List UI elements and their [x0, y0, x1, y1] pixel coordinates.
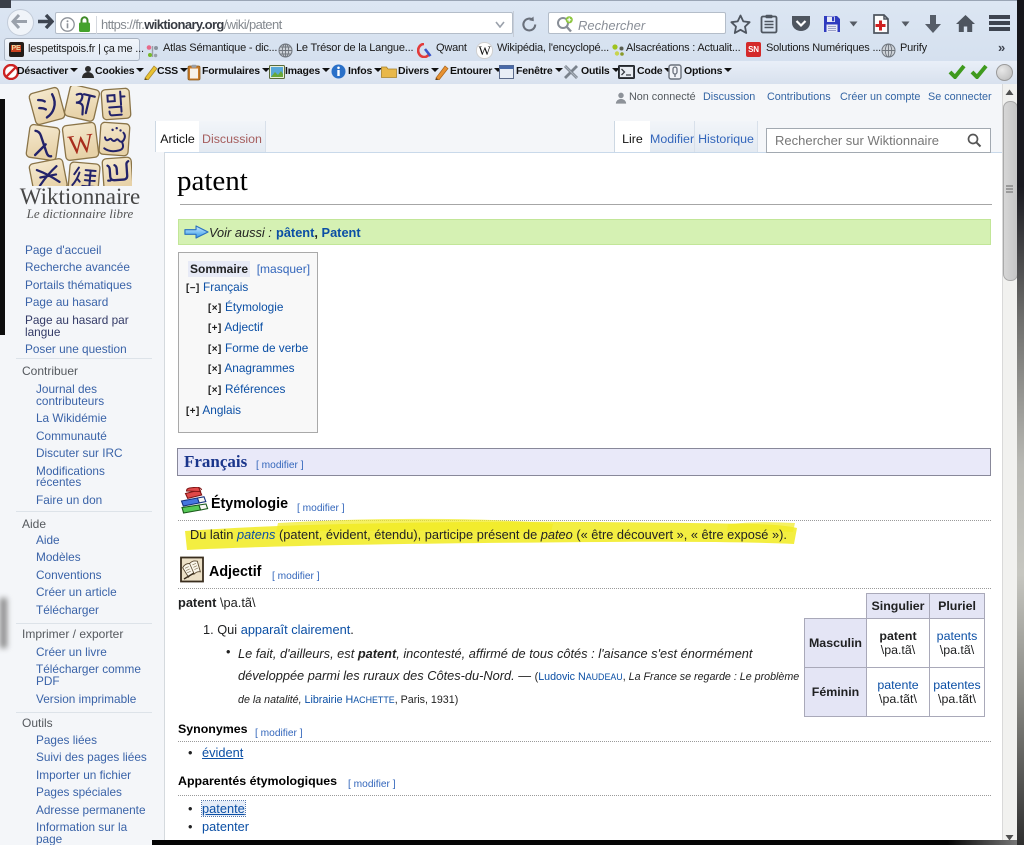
svg-text:W: W	[66, 127, 95, 160]
